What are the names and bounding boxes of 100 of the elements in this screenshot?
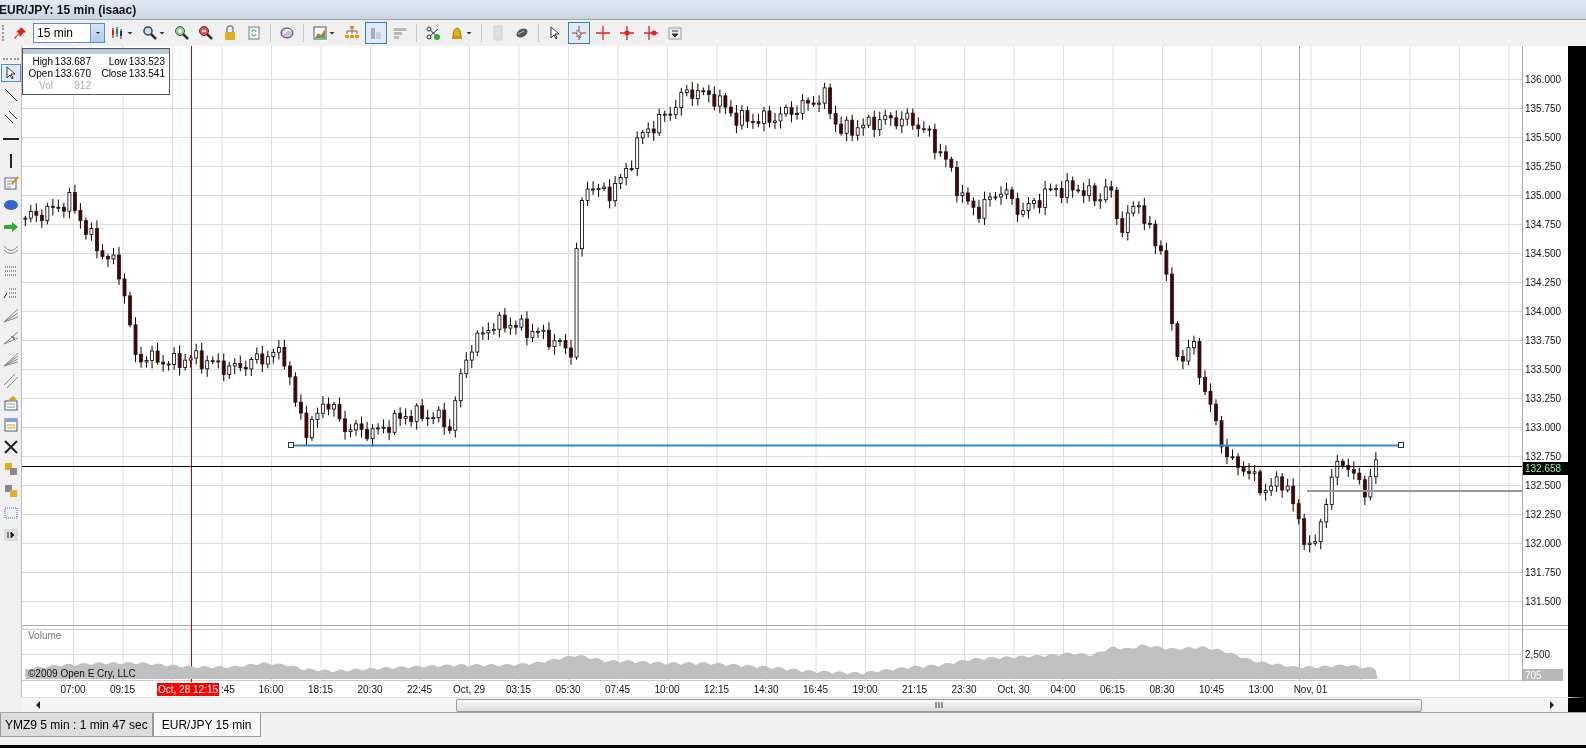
ohlc-label: Low — [108, 56, 127, 67]
last-price-label: 132.658 — [1523, 462, 1568, 475]
price-axis-label: 133.750 — [1525, 335, 1562, 346]
time-axis-label: 05:30 — [555, 684, 581, 695]
ohlc-value: 912 — [74, 80, 91, 91]
dotted-rectangle-icon — [2, 505, 19, 521]
caret-icon — [465, 29, 473, 37]
pane-title: Volume — [28, 630, 62, 641]
price-axis-label: 135.000 — [1525, 190, 1562, 201]
time-axis-label: Oct, 29 — [452, 684, 486, 695]
ohlc-label: Close — [101, 68, 127, 79]
time-axis-label: 03:15 — [506, 684, 531, 695]
horizontal-line-icon — [2, 138, 19, 140]
price-axis-label: 134.250 — [1525, 277, 1562, 288]
ohlc-value: 133.541 — [128, 68, 165, 79]
copyright-text: ©2009 Open E Cry, LLC — [28, 668, 136, 679]
caret-icon — [158, 29, 166, 37]
time-axis-label: 14:30 — [753, 684, 779, 695]
time-axis-label: 08:30 — [1149, 684, 1175, 695]
time-axis-label: 20:30 — [357, 684, 383, 695]
price-axis-label: 132.000 — [1525, 538, 1562, 549]
time-axis-label: 16:45 — [803, 684, 828, 695]
note-icon — [2, 175, 19, 191]
chart-icon — [312, 25, 328, 41]
ohlc-label: Vol — [39, 80, 53, 91]
last-volume-label: 705 — [1523, 669, 1563, 681]
mouse-icon — [514, 25, 530, 41]
price-axis-label: 133.000 — [1525, 422, 1562, 433]
line-icon — [2, 87, 19, 103]
scissors-icon — [425, 25, 441, 41]
edit-icon — [2, 395, 19, 411]
price-axis-label: 135.250 — [1525, 161, 1562, 172]
time-axis-label: 18:15 — [308, 684, 333, 695]
window-icon — [2, 417, 19, 433]
parallel-lines-icon — [2, 373, 19, 389]
chart-tab[interactable]: YMZ9 5 min : 1 min 47 sec — [0, 713, 153, 737]
zoom-out-icon — [198, 25, 214, 41]
price-axis-label: 134.750 — [1525, 219, 1562, 230]
time-axis-label: 07:00 — [60, 684, 86, 695]
vertical-line-icon — [9, 154, 12, 168]
parallel-lines-icon — [2, 109, 19, 125]
time-axis-label: 23:30 — [951, 684, 977, 695]
scroll-left-icon[interactable] — [34, 701, 42, 709]
crosshair-icon — [571, 25, 587, 41]
window-title: EUR/JPY: 15 min (isaac) — [0, 2, 137, 17]
fan-lines-icon — [2, 351, 19, 367]
time-axis-label: 10:00 — [654, 684, 680, 695]
time-axis-label: 22:45 — [407, 684, 432, 695]
price-axis-label: 133.500 — [1525, 364, 1562, 375]
overlap-squares-icon — [2, 483, 19, 499]
caret-icon — [328, 29, 336, 37]
phone-icon — [490, 25, 506, 41]
arrow-icon — [2, 219, 19, 235]
time-axis-label: Oct, 30 — [997, 684, 1030, 695]
crosshair-icon — [643, 25, 659, 41]
time-axis-label: 06:15 — [1100, 684, 1125, 695]
time-axis-label: Nov, 01 — [1293, 684, 1328, 695]
zoom-in-icon — [174, 25, 190, 41]
hierarchy-icon — [344, 25, 360, 41]
crosshair-icon — [595, 25, 611, 41]
ohlc-value: 133.523 — [128, 56, 165, 67]
delete-icon — [2, 439, 19, 455]
price-axis-label: 135.500 — [1525, 132, 1562, 143]
chart-tab[interactable]: EUR/JPY 15 min — [152, 713, 261, 737]
magnifier-icon — [142, 25, 158, 41]
bars-icon — [392, 25, 408, 41]
drawing-tool-button[interactable] — [0, 64, 21, 82]
time-axis-label: 13:00 — [1248, 684, 1274, 695]
volume-axis-label: 2,500 — [1525, 649, 1551, 660]
grip-icon — [935, 701, 943, 709]
scroll-thumb[interactable] — [456, 698, 1422, 712]
overflow-icon — [667, 25, 683, 41]
time-axis-label: 09:15 — [110, 684, 135, 695]
price-axis-label: 132.250 — [1525, 509, 1562, 520]
time-axis-label: 16:00 — [258, 684, 284, 695]
crosshair-icon — [619, 25, 635, 41]
lock-icon — [222, 25, 238, 41]
bell-icon — [449, 25, 465, 41]
price-axis-label: 136.000 — [1525, 74, 1562, 85]
price-axis-label: 135.750 — [1525, 103, 1562, 114]
time-axis-label: 19:00 — [852, 684, 878, 695]
scroll-right-icon[interactable] — [1548, 701, 1556, 709]
fan-lines-icon — [2, 307, 19, 323]
fan-lines-icon — [2, 329, 19, 345]
price-axis-label: 131.500 — [1525, 596, 1562, 607]
horizontal-scrollbar[interactable] — [22, 697, 1586, 712]
time-axis-label: :45 — [221, 684, 235, 695]
ellipse-icon — [2, 197, 19, 213]
dotted-lines-icon — [2, 263, 19, 279]
price-axis-label: 131.750 — [1525, 567, 1562, 578]
caret-icon — [126, 29, 134, 37]
price-axis-label: 132.500 — [1525, 480, 1562, 491]
interval-dropdown[interactable]: 15 min — [33, 23, 105, 43]
ohlc-label: High — [32, 56, 53, 67]
pin-icon — [12, 25, 28, 41]
price-axis-label: 134.000 — [1525, 306, 1562, 317]
refresh-icon — [246, 25, 262, 41]
time-axis-label: 07:45 — [605, 684, 630, 695]
time-axis-label: 04:00 — [1050, 684, 1076, 695]
time-axis-label: 12:15 — [704, 684, 729, 695]
